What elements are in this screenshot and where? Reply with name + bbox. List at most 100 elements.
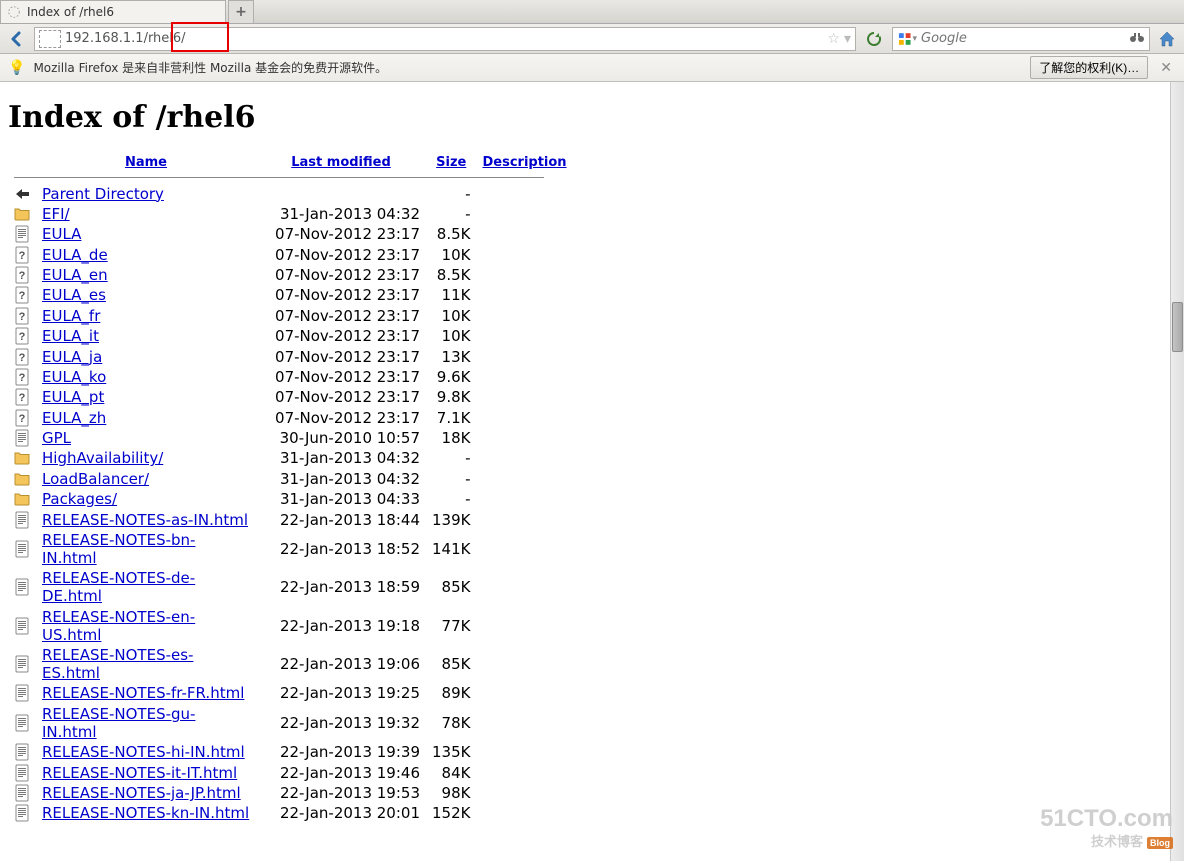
reload-button[interactable]: [862, 27, 886, 51]
file-link[interactable]: LoadBalancer/: [42, 470, 149, 488]
file-link[interactable]: EFI/: [42, 205, 70, 223]
file-size: 85K: [426, 645, 476, 683]
file-link[interactable]: Parent Directory: [42, 185, 164, 203]
file-size: -: [426, 183, 476, 203]
file-size: 18K: [426, 428, 476, 448]
browser-tab[interactable]: Index of /rhel6: [0, 0, 226, 23]
file-link[interactable]: Packages/: [42, 490, 117, 508]
col-desc[interactable]: Description: [482, 155, 566, 170]
folder-icon: [14, 470, 30, 488]
file-link[interactable]: EULA_es: [42, 286, 106, 304]
table-row: EULA_ko07-Nov-2012 23:179.6K: [8, 367, 573, 387]
file-size: 8.5K: [426, 265, 476, 285]
search-bar[interactable]: ▾: [892, 27, 1150, 51]
file-link[interactable]: RELEASE-NOTES-fr-FR.html: [42, 684, 244, 702]
file-modified: 22-Jan-2013 19:46: [256, 762, 426, 782]
table-row: RELEASE-NOTES-gu-IN.html22-Jan-2013 19:3…: [8, 704, 573, 742]
file-size: 10K: [426, 245, 476, 265]
url-input[interactable]: [65, 31, 823, 46]
text-icon: [14, 225, 30, 243]
text-icon: [14, 429, 30, 447]
table-row: RELEASE-NOTES-de-DE.html 22-Jan-2013 18:5…: [8, 568, 573, 606]
page-title: Index of /rhel6: [8, 100, 1162, 135]
file-link[interactable]: RELEASE-NOTES-bn-IN.html: [42, 531, 195, 567]
file-link[interactable]: EULA_it: [42, 327, 99, 345]
scrollbar-thumb[interactable]: [1172, 302, 1183, 352]
search-go-icon[interactable]: [1129, 31, 1145, 47]
unknown-icon: [14, 388, 30, 406]
watermark-top: 51CTO.com: [1040, 805, 1173, 833]
file-link[interactable]: RELEASE-NOTES-de-DE.html: [42, 569, 195, 605]
file-modified: 22-Jan-2013 18:59: [256, 568, 426, 606]
file-link[interactable]: EULA_pt: [42, 388, 104, 406]
identity-icon[interactable]: [39, 30, 61, 48]
file-modified: 07-Nov-2012 23:17: [256, 387, 426, 407]
file-modified: 31-Jan-2013 04:32: [256, 448, 426, 468]
infobar-message: Mozilla Firefox 是来自非营利性 Mozilla 基金会的免费开源…: [33, 59, 387, 76]
file-modified: 22-Jan-2013 19:06: [256, 645, 426, 683]
table-row: EULA_es07-Nov-2012 23:1711K: [8, 285, 573, 305]
new-tab-button[interactable]: +: [228, 0, 254, 23]
url-bar[interactable]: ☆ ▾: [34, 27, 856, 51]
know-your-rights-button[interactable]: 了解您的权利(K)…: [1030, 56, 1148, 79]
file-modified: 22-Jan-2013 19:53: [256, 783, 426, 803]
vertical-scrollbar[interactable]: [1170, 82, 1184, 861]
file-link[interactable]: RELEASE-NOTES-en-US.html: [42, 608, 195, 644]
file-link[interactable]: GPL: [42, 429, 71, 447]
col-name[interactable]: Name: [125, 155, 167, 170]
file-size: 152K: [426, 803, 476, 823]
file-size: 139K: [426, 509, 476, 529]
file-modified: 07-Nov-2012 23:17: [256, 265, 426, 285]
file-size: 135K: [426, 742, 476, 762]
unknown-icon: [14, 348, 30, 366]
file-link[interactable]: EULA_fr: [42, 307, 100, 325]
directory-listing: Name Last modified Size Description Pare…: [8, 153, 573, 824]
col-modified[interactable]: Last modified: [291, 155, 391, 170]
file-link[interactable]: EULA_zh: [42, 409, 106, 427]
watermark-bottom: 技术博客Blog: [1040, 831, 1173, 850]
file-link[interactable]: RELEASE-NOTES-ja-JP.html: [42, 784, 241, 802]
file-link[interactable]: RELEASE-NOTES-kn-IN.html: [42, 804, 249, 822]
file-modified: 07-Nov-2012 23:17: [256, 306, 426, 326]
file-link[interactable]: HighAvailability/: [42, 449, 163, 467]
text-icon: [14, 764, 30, 782]
file-link[interactable]: RELEASE-NOTES-it-IT.html: [42, 764, 237, 782]
table-row: HighAvailability/31-Jan-2013 04:32-: [8, 448, 573, 468]
text-icon: [14, 784, 30, 802]
table-row: EULA_zh07-Nov-2012 23:177.1K: [8, 408, 573, 428]
tab-bar: Index of /rhel6 +: [0, 0, 1184, 24]
folder-icon: [14, 449, 30, 467]
file-modified: 31-Jan-2013 04:32: [256, 204, 426, 224]
home-button[interactable]: [1156, 28, 1178, 50]
table-row: RELEASE-NOTES-as-IN.html22-Jan-2013 18:4…: [8, 509, 573, 529]
unknown-icon: [14, 246, 30, 264]
bookmark-star-icon[interactable]: ☆: [827, 31, 840, 47]
file-link[interactable]: RELEASE-NOTES-es-ES.html: [42, 646, 193, 682]
file-link[interactable]: RELEASE-NOTES-as-IN.html: [42, 511, 248, 529]
close-infobar-icon[interactable]: ✕: [1156, 60, 1176, 76]
url-history-dropdown-icon[interactable]: ▾: [844, 31, 851, 47]
file-size: 11K: [426, 285, 476, 305]
search-input[interactable]: [921, 31, 1125, 46]
col-size[interactable]: Size: [436, 155, 466, 170]
table-row: EULA_ja07-Nov-2012 23:1713K: [8, 346, 573, 366]
nav-bar: ☆ ▾ ▾: [0, 24, 1184, 54]
file-link[interactable]: RELEASE-NOTES-hi-IN.html: [42, 743, 245, 761]
file-modified: 22-Jan-2013 18:52: [256, 530, 426, 568]
file-link[interactable]: RELEASE-NOTES-gu-IN.html: [42, 705, 195, 741]
table-row: EULA_it07-Nov-2012 23:1710K: [8, 326, 573, 346]
file-link[interactable]: EULA_ko: [42, 368, 106, 386]
file-link[interactable]: EULA_en: [42, 266, 108, 284]
search-engine-icon[interactable]: ▾: [897, 31, 917, 47]
file-size: 78K: [426, 704, 476, 742]
back-button[interactable]: [6, 28, 28, 50]
file-link[interactable]: EULA_ja: [42, 348, 102, 366]
file-size: -: [426, 448, 476, 468]
file-modified: 22-Jan-2013 19:39: [256, 742, 426, 762]
file-modified: 07-Nov-2012 23:17: [256, 346, 426, 366]
file-link[interactable]: EULA_de: [42, 246, 108, 264]
table-row: EFI/31-Jan-2013 04:32-: [8, 204, 573, 224]
file-size: 8.5K: [426, 224, 476, 244]
file-size: 141K: [426, 530, 476, 568]
file-link[interactable]: EULA: [42, 225, 81, 243]
